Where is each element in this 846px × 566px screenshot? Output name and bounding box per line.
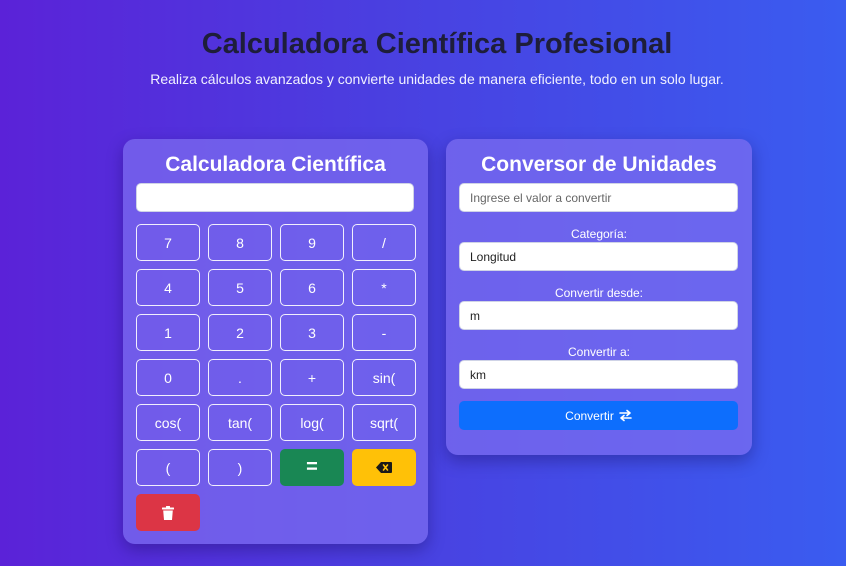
convert-button[interactable]: Convertir: [459, 401, 738, 430]
key-close-paren[interactable]: ): [208, 449, 272, 486]
key-1[interactable]: 1: [136, 314, 200, 351]
converter-card: Conversor de Unidades Ingrese el valor a…: [446, 139, 752, 455]
category-select[interactable]: Longitud: [459, 242, 738, 271]
key-add[interactable]: +: [280, 359, 344, 396]
key-7[interactable]: 7: [136, 224, 200, 261]
to-unit-select[interactable]: km: [459, 360, 738, 389]
backspace-icon: [376, 462, 392, 473]
key-2[interactable]: 2: [208, 314, 272, 351]
key-decimal[interactable]: .: [208, 359, 272, 396]
key-4[interactable]: 4: [136, 269, 200, 306]
key-cos[interactable]: cos(: [136, 404, 200, 441]
key-sqrt[interactable]: sqrt(: [352, 404, 416, 441]
key-open-paren[interactable]: (: [136, 449, 200, 486]
calculator-card: Calculadora Científica 7 8 9 / 4 5 6 * 1…: [123, 139, 428, 544]
trash-icon: [162, 505, 174, 520]
key-sin[interactable]: sin(: [352, 359, 416, 396]
key-5[interactable]: 5: [208, 269, 272, 306]
key-multiply[interactable]: *: [352, 269, 416, 306]
from-unit-label: Convertir desde:: [554, 286, 644, 300]
key-subtract[interactable]: -: [352, 314, 416, 351]
convert-button-label: Convertir: [565, 408, 614, 423]
page-title: Calculadora Científica Profesional: [201, 28, 673, 60]
category-label: Categoría:: [570, 227, 628, 241]
equals-button[interactable]: =: [280, 449, 344, 486]
swap-arrows-icon: [619, 409, 632, 422]
value-input[interactable]: Ingrese el valor a convertir: [459, 183, 738, 212]
backspace-button[interactable]: [352, 449, 416, 486]
to-unit-label: Convertir a:: [567, 345, 631, 359]
clear-button[interactable]: [136, 494, 200, 531]
page-subtitle: Realiza cálculos avanzados y convierte u…: [150, 71, 724, 87]
key-6[interactable]: 6: [280, 269, 344, 306]
key-8[interactable]: 8: [208, 224, 272, 261]
converter-title: Conversor de Unidades: [481, 153, 717, 176]
from-unit-select[interactable]: m: [459, 301, 738, 330]
calculator-display[interactable]: [136, 183, 414, 212]
key-0[interactable]: 0: [136, 359, 200, 396]
calculator-keypad: 7 8 9 / 4 5 6 * 1 2 3 - 0 . + sin( cos( …: [136, 224, 416, 531]
key-log[interactable]: log(: [280, 404, 344, 441]
key-divide[interactable]: /: [352, 224, 416, 261]
key-9[interactable]: 9: [280, 224, 344, 261]
key-3[interactable]: 3: [280, 314, 344, 351]
calculator-title: Calculadora Científica: [165, 153, 386, 176]
key-tan[interactable]: tan(: [208, 404, 272, 441]
